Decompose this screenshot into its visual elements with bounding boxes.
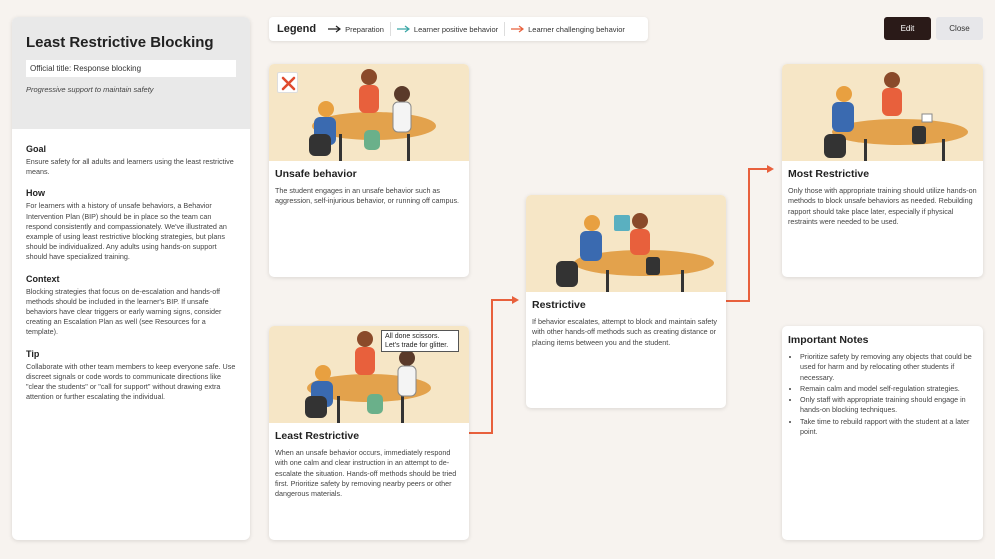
- legend-item-challenging: Learner challenging behavior: [511, 25, 625, 34]
- illustration-least-restrictive: All done scissors. Let's trade for glitt…: [269, 326, 469, 423]
- close-x-icon: [277, 72, 298, 93]
- legend-item-preparation: Preparation: [328, 25, 384, 34]
- notes-title: Important Notes: [788, 334, 869, 346]
- important-notes-panel: Important Notes Prioritize safety by rem…: [782, 326, 983, 540]
- card-text-restrictive: If behavior escalates, attempt to block …: [532, 317, 717, 347]
- tip-heading: Tip: [26, 348, 40, 359]
- tip-text: Collaborate with other team members to k…: [26, 361, 236, 402]
- connector-restrictive-to-most: [726, 168, 770, 302]
- card-title-unsafe: Unsafe behavior: [275, 168, 357, 180]
- card-title-restrictive: Restrictive: [532, 299, 586, 311]
- list-item: Remain calm and model self-regulation st…: [800, 384, 977, 394]
- card-title-most: Most Restrictive: [788, 168, 870, 180]
- how-text: For learners with a history of unsafe be…: [26, 201, 227, 262]
- list-item: Prioritize safety by removing any object…: [800, 352, 977, 383]
- notes-list: Prioritize safety by removing any object…: [788, 352, 977, 437]
- legend-title: Legend: [277, 23, 317, 35]
- card-restrictive[interactable]: Restrictive If behavior escalates, attem…: [526, 195, 726, 408]
- arrow-right-icon: [396, 25, 410, 33]
- sidebar-header: Least Restrictive Blocking Official titl…: [12, 17, 250, 129]
- card-unsafe-behavior[interactable]: Unsafe behavior The student engages in a…: [269, 64, 469, 277]
- card-text-most: Only those with appropriate training sho…: [788, 186, 977, 226]
- goal-heading: Goal: [26, 144, 47, 154]
- legend-divider: [504, 22, 506, 36]
- arrow-right-icon: [328, 25, 342, 33]
- legend-item-positive: Learner positive behavior: [396, 24, 499, 34]
- goal-text: Ensure safety for all adults and learner…: [26, 157, 234, 177]
- arrowhead-icon: [512, 296, 519, 304]
- official-title-field: Official title: Response blocking: [26, 60, 236, 77]
- card-least-restrictive[interactable]: All done scissors. Let's trade for glitt…: [269, 326, 469, 540]
- sidebar-subtitle: Progressive support to maintain safety: [26, 85, 154, 94]
- illustration-most-restrictive: [782, 64, 983, 161]
- context-text: Blocking strategies that focus on de-esc…: [26, 286, 222, 337]
- legend-bar: Legend Preparation Learner positive beha…: [269, 17, 648, 41]
- edit-button[interactable]: Edit: [884, 17, 931, 40]
- card-text-least: When an unsafe behavior occurs, immediat…: [275, 448, 457, 499]
- speech-bubble: All done scissors. Let's trade for glitt…: [381, 330, 459, 352]
- page-title: Least Restrictive Blocking: [26, 34, 214, 51]
- illustration-unsafe: [269, 64, 469, 161]
- how-heading: How: [26, 188, 45, 199]
- close-button[interactable]: Close: [936, 17, 983, 40]
- arrowhead-icon: [767, 165, 774, 173]
- sidebar-panel: Least Restrictive Blocking Official titl…: [12, 17, 250, 540]
- list-item: Only staff with appropriate training sho…: [800, 395, 977, 416]
- card-title-least: Least Restrictive: [275, 430, 360, 442]
- list-item: Take time to rebuild rapport with the st…: [800, 417, 977, 438]
- connector-least-to-restrictive: [469, 299, 515, 434]
- legend-label-preparation: Preparation: [345, 24, 384, 34]
- legend-label-challenging: Learner challenging behavior: [528, 24, 625, 34]
- illustration-restrictive: [526, 195, 726, 292]
- legend-label-positive: Learner positive behavior: [413, 24, 499, 34]
- card-most-restrictive[interactable]: Most Restrictive Only those with appropr…: [782, 64, 983, 277]
- arrow-right-icon: [511, 25, 525, 33]
- legend-divider: [389, 22, 391, 36]
- context-heading: Context: [26, 273, 60, 284]
- card-text-unsafe: The student engages in an unsafe behavio…: [275, 186, 460, 206]
- sidebar-body: Goal Ensure safety for all adults and le…: [12, 129, 250, 428]
